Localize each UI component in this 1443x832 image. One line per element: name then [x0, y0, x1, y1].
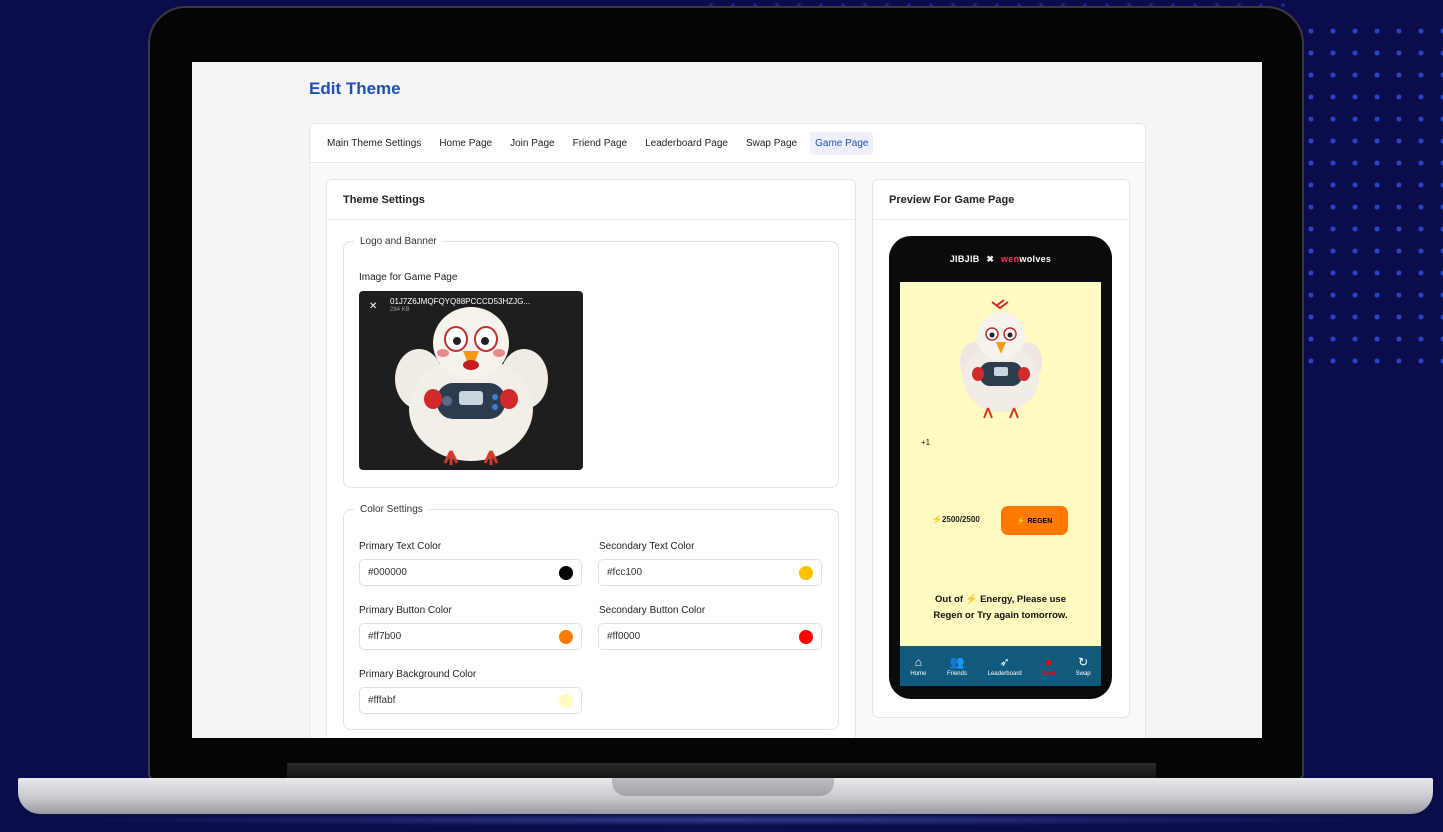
tab-main-theme-settings[interactable]: Main Theme Settings	[322, 132, 426, 155]
energy-counter: ⚡2500/2500	[932, 515, 980, 524]
secondary-text-color-label: Secondary Text Color	[599, 541, 695, 552]
phone-preview: JIBJIB ✖ wenwolves +1 ⚡2500/2500 ⚡ REGEN…	[889, 236, 1112, 699]
tab-swap-page[interactable]: Swap Page	[741, 132, 802, 155]
gamepad-icon: ●	[1045, 654, 1053, 669]
image-upload-preview[interactable]: ✕ 01J7Z6JMQFQYQ88PCCCD53HZJG... 284 KB	[359, 291, 583, 470]
brand-wolves: wolves	[1019, 254, 1052, 264]
tab-bar: Main Theme Settings Home Page Join Page …	[309, 123, 1146, 163]
nav-earn-label: Earn	[1042, 670, 1055, 677]
primary-button-color-label: Primary Button Color	[359, 605, 452, 616]
refresh-icon: ↻	[1078, 654, 1089, 669]
logo-banner-legend: Logo and Banner	[360, 236, 437, 247]
tab-leaderboard-page[interactable]: Leaderboard Page	[640, 132, 733, 155]
primary-background-color-value: #fffabf	[368, 695, 396, 706]
primary-text-color-swatch[interactable]	[559, 566, 573, 580]
image-label: Image for Game Page	[359, 272, 458, 283]
primary-button-color-input[interactable]: #ff7b00	[359, 623, 582, 650]
nav-friends[interactable]: 👥 Friends	[947, 656, 967, 677]
nav-swap-label: Swap	[1075, 670, 1091, 677]
laptop-screen: Edit Theme Main Theme Settings Home Page…	[192, 62, 1262, 738]
nav-leaderboard[interactable]: ➶ Leaderboard	[988, 656, 1022, 677]
rocket-icon: ➶	[999, 654, 1010, 669]
laptop-shadow	[60, 814, 1390, 826]
secondary-button-color-swatch[interactable]	[799, 630, 813, 644]
primary-background-color-input[interactable]: #fffabf	[359, 687, 582, 714]
regen-button[interactable]: ⚡ REGEN	[1001, 506, 1068, 535]
mascot-small-image	[960, 299, 1042, 419]
theme-settings-title: Theme Settings	[327, 180, 855, 220]
tab-friend-page[interactable]: Friend Page	[568, 132, 632, 155]
tap-plus-one: +1	[921, 438, 931, 447]
message-line-2: Regen or Try again tomorrow.	[933, 610, 1068, 621]
background-dots-right	[1300, 20, 1443, 380]
nav-earn[interactable]: ● Earn	[1042, 656, 1055, 677]
primary-text-color-label: Primary Text Color	[359, 541, 442, 552]
message-line-1: Out of ⚡ Energy, Please use	[935, 594, 1066, 605]
secondary-button-color-input[interactable]: #ff0000	[598, 623, 822, 650]
mascot-image	[395, 307, 548, 465]
brand-separator: ✖	[986, 254, 995, 264]
out-of-energy-message: Out of ⚡ Energy, Please use Regen or Try…	[900, 592, 1101, 624]
nav-home-label: Home	[910, 670, 927, 677]
secondary-text-color-swatch[interactable]	[799, 566, 813, 580]
color-settings-legend: Color Settings	[360, 504, 423, 515]
secondary-text-color-input[interactable]: #fcc100	[598, 559, 822, 586]
nav-home[interactable]: ⌂ Home	[910, 656, 926, 677]
brand-jibjib: JIBJIB	[949, 254, 980, 264]
nav-friends-label: Friends	[946, 670, 967, 677]
primary-button-color-value: #ff7b00	[368, 631, 402, 642]
phone-game-screen: +1 ⚡2500/2500 ⚡ REGEN Out of ⚡ Energy, P…	[900, 282, 1101, 646]
preview-title: Preview For Game Page	[873, 180, 1129, 220]
primary-text-color-input[interactable]: #000000	[359, 559, 582, 586]
primary-text-color-value: #000000	[368, 567, 407, 578]
laptop-notch	[612, 778, 834, 796]
tab-game-page[interactable]: Game Page	[810, 131, 874, 155]
primary-button-color-swatch[interactable]	[559, 630, 573, 644]
home-icon: ⌂	[914, 654, 922, 669]
page-title: Edit Theme	[309, 79, 401, 98]
friends-icon: 👥	[949, 654, 965, 669]
phone-header: JIBJIB ✖ wenwolves	[889, 254, 1112, 265]
secondary-text-color-value: #fcc100	[607, 567, 643, 578]
tab-join-page[interactable]: Join Page	[505, 132, 559, 155]
nav-leaderboard-label: Leaderboard	[987, 670, 1022, 677]
tab-home-page[interactable]: Home Page	[434, 132, 497, 155]
secondary-button-color-value: #ff0000	[607, 631, 641, 642]
nav-swap[interactable]: ↻ Swap	[1076, 656, 1091, 677]
primary-background-color-swatch[interactable]	[559, 694, 573, 708]
secondary-button-color-label: Secondary Button Color	[599, 605, 706, 616]
primary-background-color-label: Primary Background Color	[359, 669, 477, 680]
phone-nav-bar: ⌂ Home 👥 Friends ➶ Leaderboard ● Earn ↻ …	[900, 646, 1101, 686]
brand-wen: wen	[1001, 254, 1020, 264]
